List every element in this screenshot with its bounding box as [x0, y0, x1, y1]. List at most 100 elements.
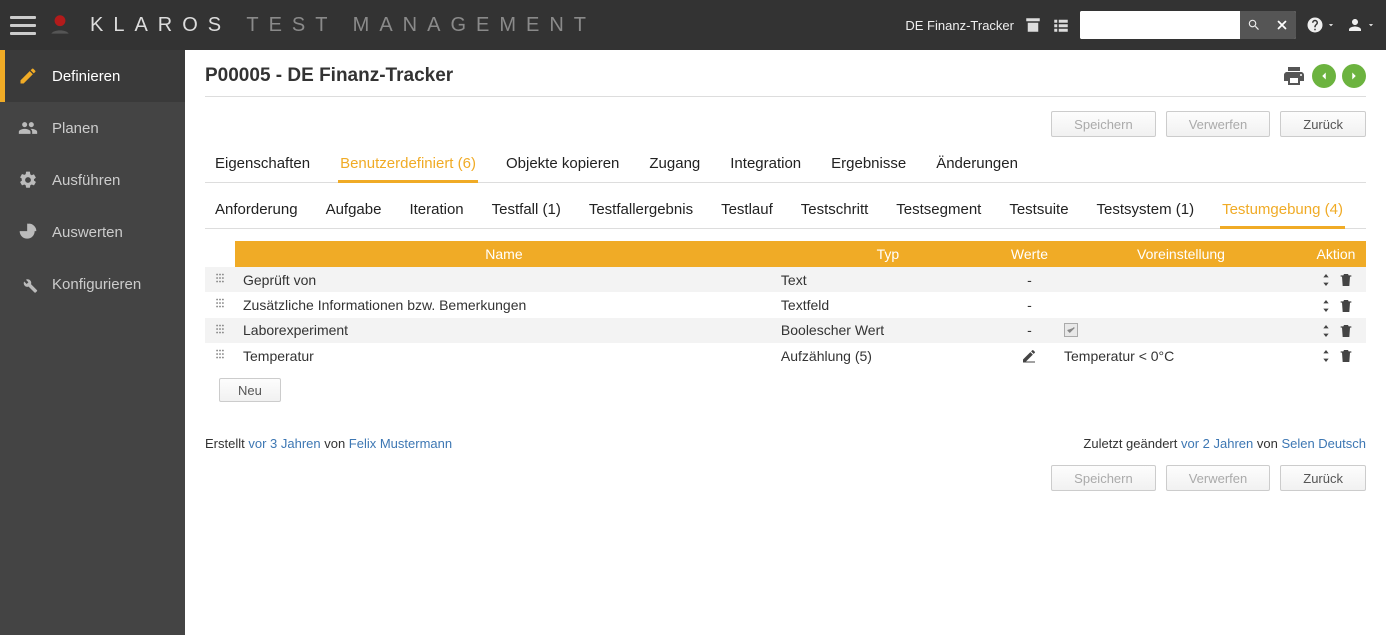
- drag-handle[interactable]: [205, 318, 235, 343]
- subtab-10[interactable]: Testumgebung (4): [1220, 195, 1345, 229]
- menu-toggle[interactable]: [10, 16, 36, 35]
- cell-action: [1306, 343, 1366, 368]
- modified-meta: Zuletzt geändert vor 2 Jahren von Selen …: [1083, 436, 1366, 451]
- nav-label: Ausführen: [52, 172, 120, 189]
- custom-fields-table: Name Typ Werte Voreinstellung Aktion Gep…: [205, 241, 1366, 368]
- cell-default: [1056, 318, 1306, 343]
- cell-default: Temperatur < 0°C: [1056, 343, 1306, 368]
- reorder-icon[interactable]: [1318, 298, 1334, 314]
- wrench-icon: [18, 274, 38, 294]
- subtab-2[interactable]: Iteration: [407, 195, 465, 228]
- search-clear-button[interactable]: [1268, 11, 1296, 39]
- modified-user-link[interactable]: Selen Deutsch: [1281, 436, 1366, 451]
- cell-name: Laborexperiment: [235, 318, 773, 343]
- cell-type: Boolescher Wert: [773, 318, 1003, 343]
- archive-icon[interactable]: [1024, 16, 1042, 34]
- discard-button-bottom[interactable]: Verwerfen: [1166, 465, 1271, 491]
- drag-handle[interactable]: [205, 267, 235, 292]
- created-meta: Erstellt vor 3 Jahren von Felix Musterma…: [205, 436, 452, 451]
- cell-values: -: [1003, 318, 1056, 343]
- tab-0[interactable]: Eigenschaften: [213, 147, 312, 182]
- subtab-5[interactable]: Testlauf: [719, 195, 775, 228]
- subtab-4[interactable]: Testfallergebnis: [587, 195, 695, 228]
- trash-icon[interactable]: [1338, 323, 1354, 339]
- cell-default: [1056, 292, 1306, 317]
- col-name: Name: [235, 241, 773, 267]
- sidebar: Definieren Planen Ausführen Auswerten Ko…: [0, 50, 185, 635]
- nav-configure[interactable]: Konfigurieren: [0, 258, 185, 310]
- nav-plan[interactable]: Planen: [0, 102, 185, 154]
- help-menu[interactable]: [1306, 16, 1336, 34]
- global-search[interactable]: [1080, 11, 1296, 39]
- nav-next-button[interactable]: [1342, 64, 1366, 88]
- edit-icon: [18, 66, 38, 86]
- tab-2[interactable]: Objekte kopieren: [504, 147, 621, 182]
- tab-1[interactable]: Benutzerdefiniert (6): [338, 147, 478, 183]
- subtab-3[interactable]: Testfall (1): [490, 195, 563, 228]
- checkbox-default[interactable]: [1064, 323, 1078, 337]
- subtab-9[interactable]: Testsystem (1): [1095, 195, 1197, 228]
- edit-values-icon[interactable]: [1021, 348, 1037, 364]
- nav-prev-button[interactable]: [1312, 64, 1336, 88]
- subtab-8[interactable]: Testsuite: [1007, 195, 1070, 228]
- col-type: Typ: [773, 241, 1003, 267]
- table-row: LaborexperimentBoolescher Wert-: [205, 318, 1366, 343]
- drag-handle[interactable]: [205, 292, 235, 317]
- sub-tabs: Anforderung Aufgabe Iteration Testfall (1) T…: [205, 185, 1366, 229]
- modified-time-link[interactable]: vor 2 Jahren: [1181, 436, 1253, 451]
- nav-label: Auswerten: [52, 224, 123, 241]
- trash-icon[interactable]: [1338, 272, 1354, 288]
- tab-6[interactable]: Änderungen: [934, 147, 1020, 182]
- drag-handle[interactable]: [205, 343, 235, 368]
- main-tabs: Eigenschaften Benutzerdefiniert (6) Objekt…: [205, 147, 1366, 183]
- trash-icon[interactable]: [1338, 348, 1354, 364]
- cell-action: [1306, 318, 1366, 343]
- search-input[interactable]: [1080, 11, 1240, 39]
- nav-evaluate[interactable]: Auswerten: [0, 206, 185, 258]
- cell-name: Zusätzliche Informationen bzw. Bemerkung…: [235, 292, 773, 317]
- cell-values: -: [1003, 292, 1056, 317]
- user-menu[interactable]: [1346, 16, 1376, 34]
- table-row: TemperaturAufzählung (5) Temperatur < 0°C: [205, 343, 1366, 368]
- cell-type: Textfeld: [773, 292, 1003, 317]
- nav-define[interactable]: Definieren: [0, 50, 185, 102]
- tab-5[interactable]: Ergebnisse: [829, 147, 908, 182]
- current-project-label: DE Finanz-Tracker: [905, 18, 1014, 33]
- tab-4[interactable]: Integration: [728, 147, 803, 182]
- print-icon[interactable]: [1282, 64, 1306, 88]
- reorder-icon[interactable]: [1318, 272, 1334, 288]
- subtab-6[interactable]: Testschritt: [799, 195, 871, 228]
- created-time-link[interactable]: vor 3 Jahren: [248, 436, 320, 451]
- col-values: Werte: [1003, 241, 1056, 267]
- nav-label: Konfigurieren: [52, 276, 141, 293]
- col-action: Aktion: [1306, 241, 1366, 267]
- cell-type: Aufzählung (5): [773, 343, 1003, 368]
- table-row: Geprüft vonText-: [205, 267, 1366, 292]
- discard-button[interactable]: Verwerfen: [1166, 111, 1271, 137]
- page-title: P00005 - DE Finanz-Tracker: [205, 65, 453, 87]
- subtab-1[interactable]: Aufgabe: [324, 195, 384, 228]
- cell-action: [1306, 267, 1366, 292]
- cell-name: Temperatur: [235, 343, 773, 368]
- app-brand: KLAROS TEST MANAGEMENT: [90, 14, 596, 37]
- gear-icon: [18, 170, 38, 190]
- back-button[interactable]: Zurück: [1280, 111, 1366, 137]
- cell-name: Geprüft von: [235, 267, 773, 292]
- cell-values: [1003, 343, 1056, 368]
- subtab-7[interactable]: Testsegment: [894, 195, 983, 228]
- created-user-link[interactable]: Felix Mustermann: [349, 436, 452, 451]
- app-logo-icon: [46, 11, 74, 39]
- back-button-bottom[interactable]: Zurück: [1280, 465, 1366, 491]
- reorder-icon[interactable]: [1318, 323, 1334, 339]
- list-view-icon[interactable]: [1052, 16, 1070, 34]
- trash-icon[interactable]: [1338, 298, 1354, 314]
- search-button[interactable]: [1240, 11, 1268, 39]
- tab-3[interactable]: Zugang: [647, 147, 702, 182]
- save-button-bottom[interactable]: Speichern: [1051, 465, 1156, 491]
- new-button[interactable]: Neu: [219, 378, 281, 402]
- save-button[interactable]: Speichern: [1051, 111, 1156, 137]
- nav-label: Planen: [52, 120, 99, 137]
- subtab-0[interactable]: Anforderung: [213, 195, 300, 228]
- nav-execute[interactable]: Ausführen: [0, 154, 185, 206]
- reorder-icon[interactable]: [1318, 348, 1334, 364]
